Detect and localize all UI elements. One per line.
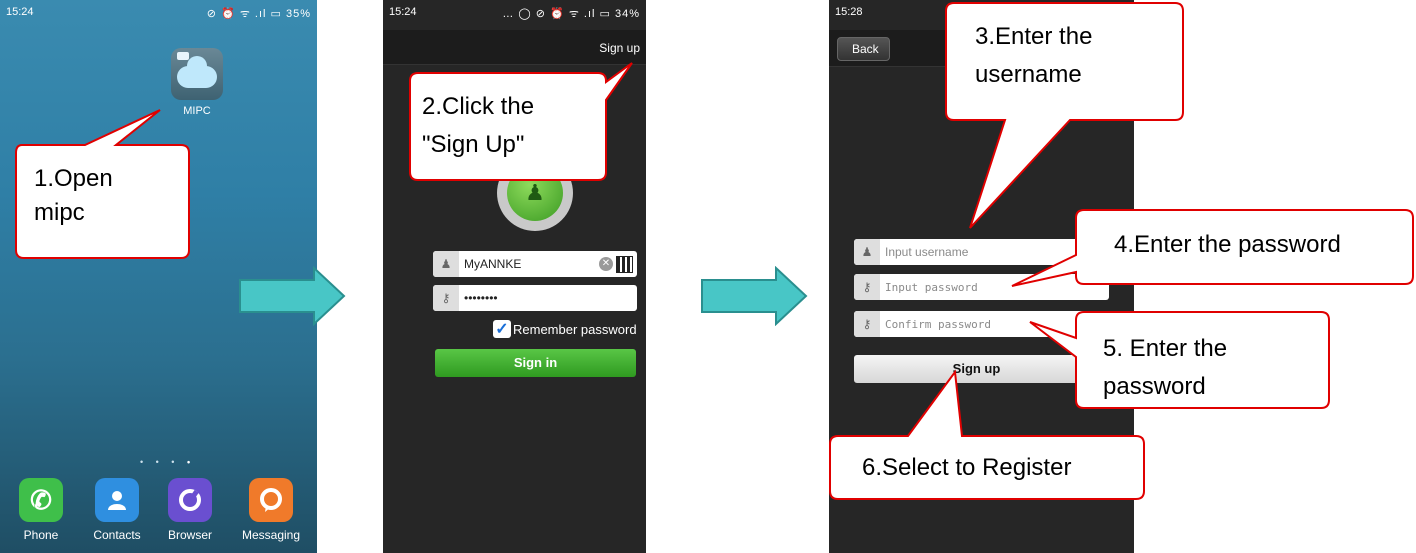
- callout-1-line-1: 1.Open: [34, 165, 113, 192]
- callout-6-text: 6.Select to Register: [862, 452, 1071, 484]
- callout-2-text: 2.Click the "Sign Up": [422, 88, 534, 164]
- callout-5-text: 5. Enter the password: [1103, 330, 1227, 406]
- callout-3-line-1: 3.Enter the: [975, 23, 1093, 50]
- callout-1-line-2: mipc: [34, 199, 85, 226]
- callout-5-line-1: 5. Enter the: [1103, 335, 1228, 362]
- callout-3-line-2: username: [975, 61, 1082, 88]
- callout-4-text: 4.Enter the password: [1114, 230, 1341, 260]
- callout-6-line-1: 6.Select to Register: [862, 454, 1072, 481]
- callout-1-text: 1.Open mipc: [34, 162, 113, 230]
- callout-2-line-1: 2.Click the: [422, 93, 535, 120]
- callout-2-line-2: "Sign Up": [422, 131, 525, 158]
- callout-layer: [15, 2, 1414, 500]
- callout-4-line-1: 4.Enter the password: [1114, 231, 1341, 258]
- callout-3-text: 3.Enter the username: [975, 18, 1092, 94]
- callout-5-line-2: password: [1103, 373, 1206, 400]
